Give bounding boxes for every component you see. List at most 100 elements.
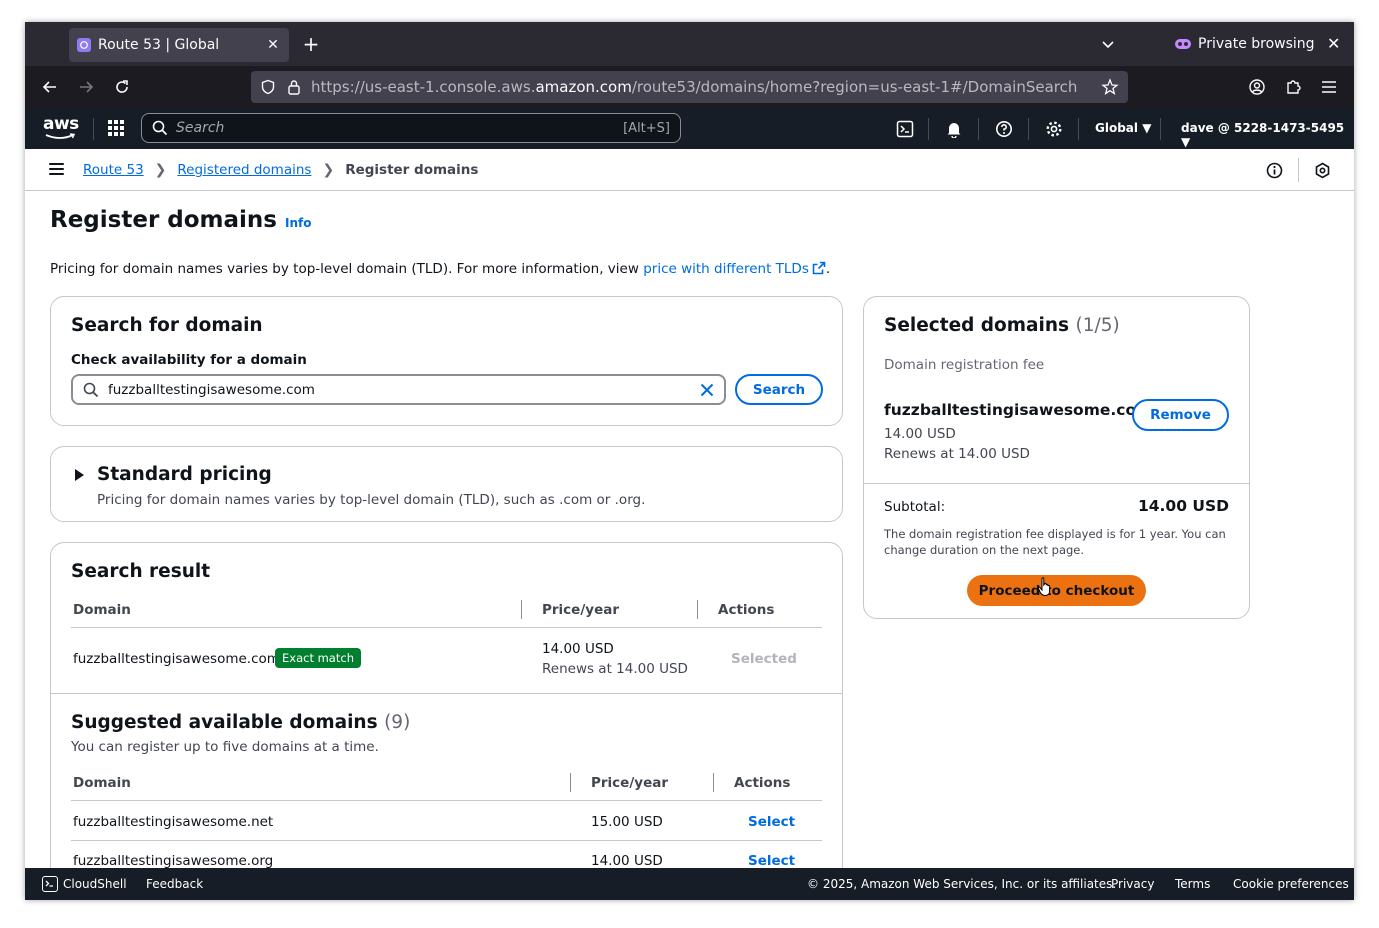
page-description: Pricing for domain names varies by top-l… [50,261,830,279]
selected-domains-title: Selected domains (1/5) [884,315,1120,336]
footer-cloudshell[interactable]: CloudShell [63,877,127,891]
services-grid-icon[interactable] [108,120,124,136]
help-icon[interactable] [994,119,1014,139]
standard-pricing-title[interactable]: Standard pricing [97,464,272,485]
standard-pricing-desc: Pricing for domain names varies by top-l… [97,492,646,508]
notifications-bell-icon[interactable] [944,119,964,139]
browser-window: Route 53 | Global ✕ + Private browsing ✕ [25,22,1354,900]
footer-cookies[interactable]: Cookie preferences [1233,877,1349,891]
bookmark-star-icon[interactable] [1100,77,1120,97]
lock-icon[interactable] [285,78,303,96]
subtotal-value: 14.00 USD [1137,497,1229,515]
proceed-to-checkout-button[interactable]: Proceed to checkout [967,575,1146,606]
cloudshell-icon[interactable] [42,876,58,892]
info-circle-icon[interactable] [1265,161,1283,179]
suggested-domains-title: Suggested available domains (9) [71,712,410,733]
duration-note: The domain registration fee displayed is… [884,527,1226,557]
row-divider [71,840,822,841]
search-result-title: Search result [71,561,211,582]
column-header-price[interactable]: Price/year [542,602,619,618]
column-separator [713,773,714,792]
standard-pricing-card[interactable]: Standard pricing Pricing for domain name… [50,446,843,522]
result-renew: Renews at 14.00 USD [542,661,688,677]
console-search-input[interactable]: Search [Alt+S] [141,113,681,143]
column-header-domain[interactable]: Domain [73,775,131,791]
expand-caret-icon[interactable] [75,469,84,481]
external-link-icon[interactable] [812,261,826,279]
url-text[interactable]: https://us-east-1.console.aws.amazon.com… [311,78,1100,96]
browser-tab[interactable]: Route 53 | Global ✕ [69,28,289,62]
region-selector[interactable]: Global ▼ [1095,121,1151,135]
search-icon [83,382,99,397]
column-separator [521,600,522,619]
clear-x-icon[interactable] [700,383,714,397]
column-header-actions[interactable]: Actions [734,775,790,791]
forward-arrow-icon[interactable] [76,77,96,97]
chevron-right-icon: ❯ [322,162,335,178]
remove-button[interactable]: Remove [1132,399,1229,431]
menu-hamburger-icon[interactable] [1319,77,1339,97]
header-separator [978,118,979,140]
select-domain-button[interactable]: Select [748,814,795,830]
subtotal-label: Subtotal: [884,499,946,515]
breadcrumb-separator [1298,158,1299,182]
settings-gear-icon[interactable] [1044,119,1064,139]
url-prefix: https://us-east-1.console.aws. [311,78,536,96]
suggested-domain: fuzzballtestingisawesome.org [73,853,274,868]
page-title: Register domains [50,207,277,233]
search-placeholder: Search [176,120,225,136]
selected-domain-renew: Renews at 14.00 USD [884,446,1030,462]
aws-logo-text: aws [43,114,79,134]
select-domain-button[interactable]: Select [748,853,795,868]
info-link[interactable]: Info [285,216,311,230]
selected-domain-price: 14.00 USD [884,426,956,442]
selected-domain-name: fuzzballtestingisawesome.com [884,401,1153,419]
header-separator [93,118,94,140]
domain-search-input[interactable] [108,381,700,398]
result-domain: fuzzballtestingisawesome.com [73,651,280,667]
tools-gear-icon[interactable] [1313,161,1331,179]
column-header-actions[interactable]: Actions [718,602,774,618]
suggested-desc: You can register up to five domains at a… [71,739,379,755]
tab-title: Route 53 | Global [98,37,220,53]
result-price: 14.00 USD [542,641,614,657]
tracking-shield-icon[interactable] [259,78,277,96]
url-bar[interactable]: https://us-east-1.console.aws.amazon.com… [251,71,1128,103]
tab-close-icon[interactable]: ✕ [265,37,281,53]
account-icon[interactable] [1247,77,1267,97]
account-menu[interactable]: dave @ 5228-1473-5495 ▼ [1181,121,1354,149]
suggested-price: 15.00 USD [591,814,663,830]
breadcrumb-route53[interactable]: Route 53 [83,162,144,178]
footer-privacy[interactable]: Privacy [1111,877,1154,891]
new-tab-icon[interactable]: + [301,34,321,54]
footer-terms[interactable]: Terms [1175,877,1210,891]
header-separator [928,118,929,140]
domain-search-field[interactable] [71,374,726,405]
tld-pricing-link[interactable]: price with different TLDs [643,261,809,277]
aws-logo[interactable]: aws [43,114,79,142]
column-header-domain[interactable]: Domain [73,602,131,618]
private-mask-icon [1175,39,1191,49]
selected-disabled-button: Selected [731,651,797,667]
suggested-price: 14.00 USD [591,853,663,868]
search-button[interactable]: Search [735,374,823,405]
reload-icon[interactable] [112,77,132,97]
route53-favicon-icon [77,38,91,52]
footer-feedback[interactable]: Feedback [146,877,203,891]
subtotal-divider [864,483,1249,484]
page-description-text: Pricing for domain names varies by top-l… [50,261,644,277]
side-nav-hamburger-icon[interactable] [49,163,64,175]
back-arrow-icon[interactable] [40,77,60,97]
window-close-icon[interactable]: ✕ [1327,34,1340,53]
column-header-price[interactable]: Price/year [591,775,668,791]
cloudshell-icon[interactable] [895,119,915,139]
breadcrumb-registered-domains[interactable]: Registered domains [177,162,311,178]
section-divider [51,693,842,694]
breadcrumb-current: Register domains [345,162,479,178]
extensions-icon[interactable] [1283,77,1303,97]
search-domain-card: Search for domain Check availability for… [50,296,843,426]
tab-list-chevron-icon[interactable] [1100,36,1116,52]
domain-check-label: Check availability for a domain [71,352,307,368]
navigation-bar: https://us-east-1.console.aws.amazon.com… [25,66,1354,108]
table-header-divider [71,800,822,801]
